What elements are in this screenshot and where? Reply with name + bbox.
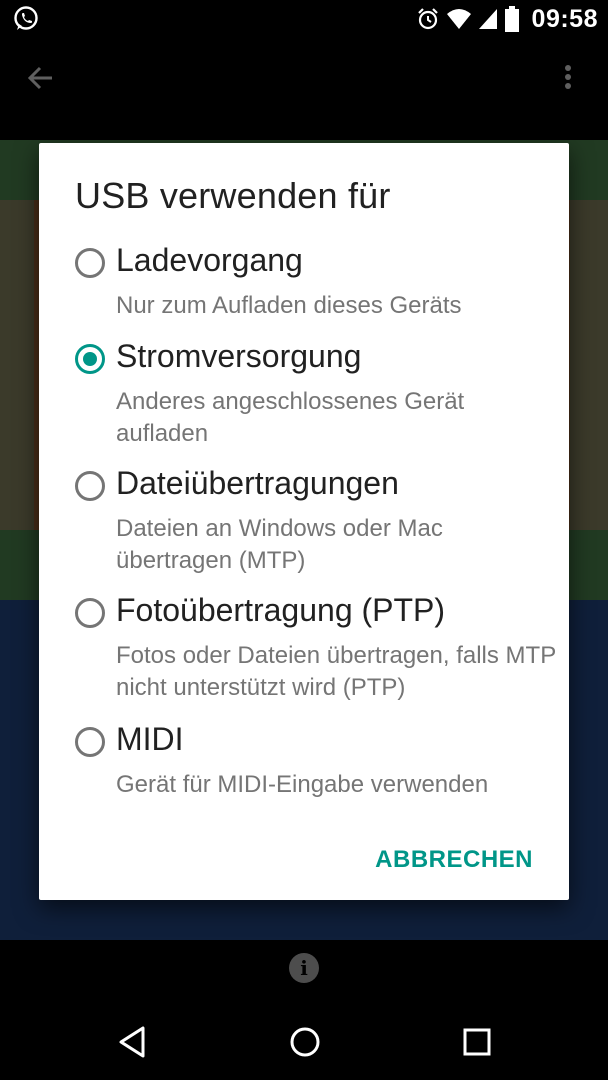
cancel-button[interactable]: ABBRECHEN xyxy=(375,846,533,874)
bg-window-left xyxy=(0,200,40,530)
nav-recents-icon[interactable] xyxy=(460,1025,494,1059)
option-description: Gerät für MIDI-Eingabe verwenden xyxy=(116,771,489,798)
radio-button-selected[interactable] xyxy=(75,344,105,374)
radio-button[interactable] xyxy=(75,598,105,628)
option-title: Fotoübertragung (PTP) xyxy=(116,592,446,628)
dialog-title: USB verwenden für xyxy=(75,175,391,216)
nav-back-icon[interactable] xyxy=(116,1025,150,1059)
whatsapp-icon xyxy=(14,6,38,30)
alarm-icon xyxy=(417,8,438,30)
battery-icon xyxy=(504,6,519,32)
navigation-bar xyxy=(0,995,608,1080)
option-title: Stromversorgung xyxy=(116,338,362,374)
wifi-icon xyxy=(446,9,471,29)
info-strip: i xyxy=(0,940,608,995)
radio-button[interactable] xyxy=(75,248,105,278)
option-description: Fotos oder Dateien übertragen, falls MTP… xyxy=(116,642,556,701)
option-title: Dateiübertragungen xyxy=(116,465,399,501)
status-icons: 09:58 xyxy=(416,4,598,34)
screen: 09:58 i USB verwenden für Ladevorgang Nu… xyxy=(0,0,608,1080)
option-description: Anderes angeschlossenes Gerät aufladen xyxy=(116,388,465,447)
radio-button[interactable] xyxy=(75,471,105,501)
app-bar xyxy=(0,38,608,140)
status-clock: 09:58 xyxy=(531,4,598,33)
nav-home-icon[interactable] xyxy=(288,1025,322,1059)
option-description: Dateien an Windows oder Mac übertragen (… xyxy=(116,515,443,574)
option-title: MIDI xyxy=(116,721,184,757)
status-bar: 09:58 xyxy=(0,0,608,38)
signal-icon xyxy=(478,9,497,29)
option-description: Nur zum Aufladen dieses Geräts xyxy=(116,292,462,319)
bg-window-right xyxy=(564,200,608,530)
info-icon[interactable]: i xyxy=(289,953,319,983)
more-vert-icon[interactable] xyxy=(556,60,580,96)
radio-button[interactable] xyxy=(75,727,105,757)
usb-mode-dialog: USB verwenden für Ladevorgang Nur zum Au… xyxy=(39,143,569,900)
option-title: Ladevorgang xyxy=(116,242,303,278)
arrow-back-icon[interactable] xyxy=(22,60,62,96)
